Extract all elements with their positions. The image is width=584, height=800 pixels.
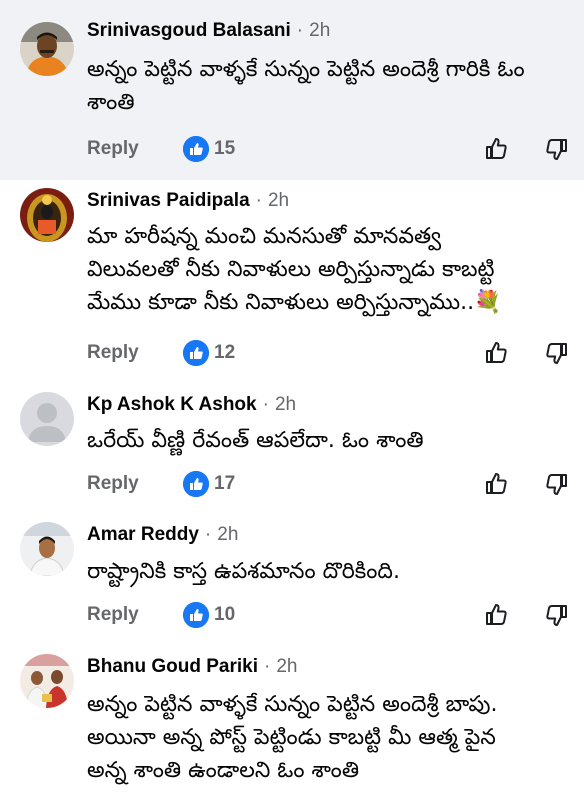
separator: · xyxy=(296,20,304,41)
avatar[interactable] xyxy=(20,522,74,576)
thumbs-down-icon[interactable] xyxy=(541,469,571,499)
author-name[interactable]: Amar Reddy xyxy=(87,524,199,545)
comment-line: రాష్ట్రానికి కాస్త ఉపశమానం దొరికింది. xyxy=(87,559,400,584)
comment-text: అన్నం పెట్టిన వాళ్ళకే సున్నం పెట్టిన అంద… xyxy=(87,688,567,787)
comment-line: మేము కూడా నీకు నివాళులు అర్పిస్తున్నాము.… xyxy=(87,290,502,315)
comment-meta: Srinivas Paidipala · 2h xyxy=(87,190,289,212)
comment-line: అన్నం పెట్టిన వాళ్ళకే సున్నం పెట్టిన అంద… xyxy=(87,692,498,717)
comment-item: Srinivas Paidipala · 2h మా హరీషన్న మంచి మన… xyxy=(0,180,584,380)
like-count: 17 xyxy=(214,473,236,494)
comment-text: రాష్ట్రానికి కాస్త ఉపశమానం దొరికింది. xyxy=(87,555,567,588)
thumbs-down-icon[interactable] xyxy=(541,600,571,630)
thumbs-up-icon[interactable] xyxy=(482,469,512,499)
like-badge-icon xyxy=(183,471,209,497)
comment-line: అన్న శాంతి ఉండాలని ఓం శాంతి xyxy=(87,758,360,783)
comment-item: Amar Reddy · 2h రాష్ట్రానికి కాస్త ఉపశమానం… xyxy=(0,510,584,642)
reply-button[interactable]: Reply xyxy=(87,469,139,499)
like-count: 12 xyxy=(214,342,236,363)
comment-meta: Srinivasgoud Balasani · 2h xyxy=(87,20,330,42)
comment-actions: Reply 17 xyxy=(87,469,567,499)
avatar[interactable] xyxy=(20,392,74,446)
comment-text: ఒరేయ్ వీణ్ణి రేవంత్ ఆపలేదా. ఓం శాంతి xyxy=(87,424,567,457)
timestamp[interactable]: 2h xyxy=(276,656,297,677)
comment-actions: Reply 12 xyxy=(87,338,567,368)
thumbs-up-icon[interactable] xyxy=(482,338,512,368)
comment-line: అన్నం పెట్టిన వాళ్ళకే సున్నం పెట్టిన అంద… xyxy=(87,57,525,82)
avatar[interactable] xyxy=(20,654,74,708)
author-name[interactable]: Srinivasgoud Balasani xyxy=(87,20,291,41)
reply-button[interactable]: Reply xyxy=(87,338,139,368)
comment-meta: Amar Reddy · 2h xyxy=(87,524,238,546)
like-count: 10 xyxy=(214,604,236,625)
comment-actions: Reply 15 xyxy=(87,134,567,164)
reply-button[interactable]: Reply xyxy=(87,600,139,630)
comment-line: అయినా అన్న పోస్ట్ పెట్టిండు కాబట్టి మీ ఆ… xyxy=(87,725,496,750)
like-badge-icon xyxy=(183,340,209,366)
thumbs-up-icon[interactable] xyxy=(482,134,512,164)
separator: · xyxy=(264,656,271,677)
like-badge-icon xyxy=(183,602,209,628)
comment-item: Srinivasgoud Balasani · 2h అన్నం పెట్టిన వ… xyxy=(0,0,584,180)
separator: · xyxy=(255,190,262,211)
comment-actions: Reply 10 xyxy=(87,600,567,630)
timestamp[interactable]: 2h xyxy=(309,20,330,41)
avatar[interactable] xyxy=(20,188,74,242)
thumbs-down-icon[interactable] xyxy=(541,134,571,164)
comment-text: అన్నం పెట్టిన వాళ్ళకే సున్నం పెట్టిన అంద… xyxy=(87,53,567,119)
separator: · xyxy=(262,394,269,415)
timestamp[interactable]: 2h xyxy=(275,394,296,415)
comment-line: విలువలతో నీకు నివాళులు అర్పిస్తున్నాడు క… xyxy=(87,257,495,282)
separator: · xyxy=(204,524,212,545)
comment-line: మా హరీషన్న మంచి మనసుతో మానవత్వ xyxy=(87,224,442,249)
comment-line: ఒరేయ్ వీణ్ణి రేవంత్ ఆపలేదా. ఓం శాంతి xyxy=(87,428,424,453)
comment-meta: Kp Ashok K Ashok · 2h xyxy=(87,394,296,416)
comment-item: Bhanu Goud Pariki · 2h అన్నం పెట్టిన వాళ్ళ… xyxy=(0,642,584,800)
timestamp[interactable]: 2h xyxy=(268,190,289,211)
author-name[interactable]: Srinivas Paidipala xyxy=(87,190,250,211)
thumbs-up-icon[interactable] xyxy=(482,600,512,630)
comment-text: మా హరీషన్న మంచి మనసుతో మానవత్వ విలువలతో … xyxy=(87,220,567,319)
comment-line: శాంతి xyxy=(87,90,135,115)
author-name[interactable]: Kp Ashok K Ashok xyxy=(87,394,257,415)
reply-button[interactable]: Reply xyxy=(87,134,139,164)
comment-meta: Bhanu Goud Pariki · 2h xyxy=(87,656,298,678)
author-name[interactable]: Bhanu Goud Pariki xyxy=(87,656,258,677)
thumbs-down-icon[interactable] xyxy=(541,338,571,368)
comment-item: Kp Ashok K Ashok · 2h ఒరేయ్ వీణ్ణి రేవంత్ … xyxy=(0,380,584,510)
avatar[interactable] xyxy=(20,22,74,76)
timestamp[interactable]: 2h xyxy=(217,524,238,545)
like-count: 15 xyxy=(214,138,236,159)
like-badge-icon xyxy=(183,136,209,162)
